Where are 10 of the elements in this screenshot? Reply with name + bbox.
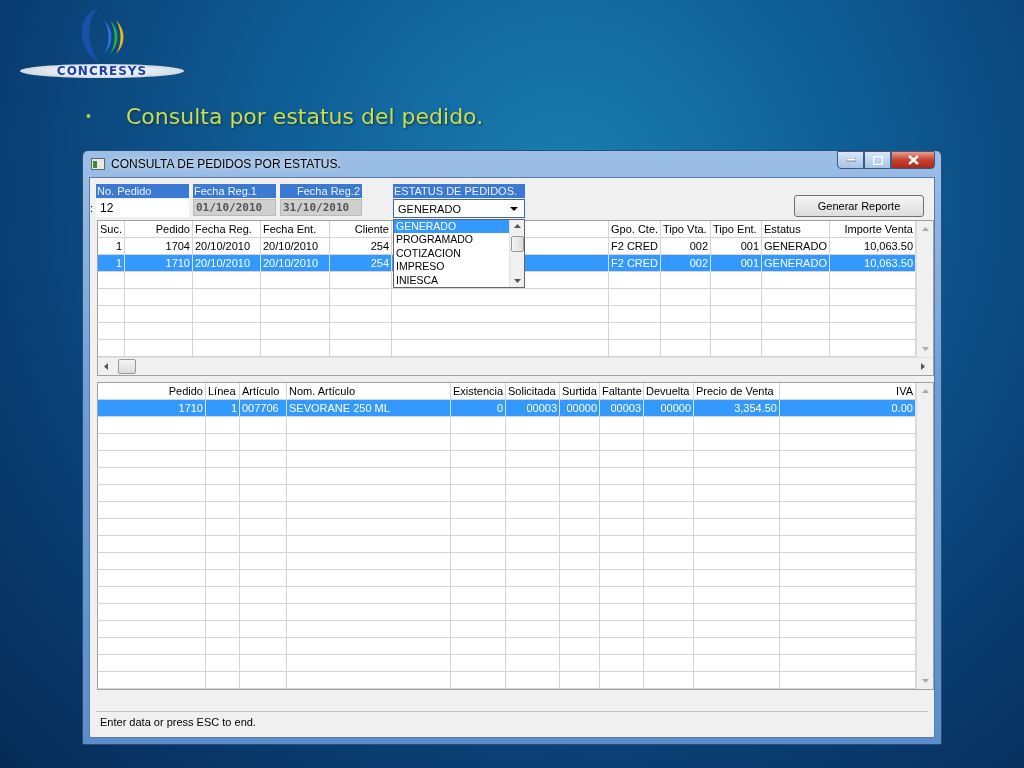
field-label: Fecha Reg.2 xyxy=(280,184,362,198)
field-prefix: : xyxy=(90,202,95,214)
logo-text: CONCRESYS xyxy=(20,64,184,78)
window-title: CONSULTA DE PEDIDOS POR ESTATUS. xyxy=(111,157,341,171)
field-label: Fecha Reg.1 xyxy=(193,184,276,198)
status-bar: Enter data or press ESC to end. xyxy=(96,711,928,733)
field-label: No. Pedido xyxy=(96,184,189,198)
field-label: ESTATUS DE PEDIDOS. xyxy=(393,184,525,198)
bullet: • xyxy=(86,108,92,124)
slide-title: Consulta por estatus del pedido. xyxy=(126,103,484,129)
